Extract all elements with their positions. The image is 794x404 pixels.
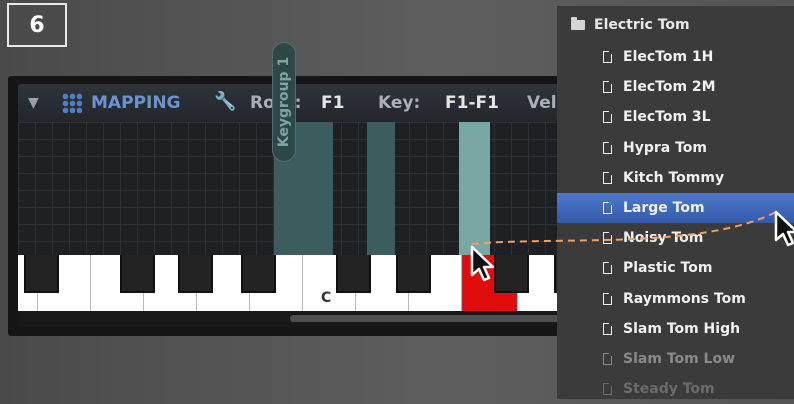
file-icon: [603, 382, 613, 396]
file-item[interactable]: ElecTom 2M: [557, 72, 794, 102]
file-item[interactable]: Slam Tom Low: [557, 344, 794, 374]
black-key[interactable]: [241, 255, 276, 293]
file-item[interactable]: Plastic Tom: [557, 253, 794, 283]
file-item[interactable]: Kitch Tommy: [557, 163, 794, 193]
file-item[interactable]: Slam Tom High: [557, 314, 794, 344]
file-label: Plastic Tom: [623, 260, 713, 277]
folder-icon: [571, 17, 585, 30]
keygroup-label-text: Keygroup 1: [276, 56, 292, 148]
file-item[interactable]: ElecTom 3L: [557, 102, 794, 132]
wrench-icon[interactable]: 🔧: [214, 91, 236, 112]
mapping-grid-icon: [62, 93, 82, 113]
file-icon: [603, 110, 613, 124]
file-label: Slam Tom High: [623, 320, 741, 337]
keygroup-label: Keygroup 1: [272, 42, 296, 162]
piano-keyboard[interactable]: [18, 255, 578, 311]
file-icon: [603, 352, 613, 365]
key-label: Key:: [378, 93, 421, 113]
keygroup-zone[interactable]: [367, 122, 395, 256]
file-icon: [603, 201, 613, 214]
file-item[interactable]: Raymmons Tom: [557, 284, 794, 314]
file-item[interactable]: Noisy Tom: [557, 223, 794, 253]
file-label: Slam Tom Low: [623, 351, 736, 367]
file-item[interactable]: Steady Tom: [557, 374, 794, 404]
black-key[interactable]: [396, 255, 431, 293]
file-label: Steady Tom: [623, 381, 715, 398]
file-icon: [603, 321, 613, 335]
file-label: Noisy Tom: [623, 230, 704, 247]
file-label: Hypra Tom: [623, 139, 707, 156]
black-key[interactable]: [336, 255, 371, 293]
file-icon: [603, 140, 613, 154]
file-label: Kitch Tommy: [623, 169, 725, 186]
file-icon: [603, 261, 613, 275]
file-icon: [603, 231, 613, 245]
sample-browser: Electric Tom ElecTom 1H ElecTom 2M ElecTom…: [557, 6, 794, 399]
file-icon: [603, 50, 613, 63]
file-item[interactable]: ElecTom 1H: [557, 42, 794, 72]
folder-electric-tom[interactable]: Electric Tom: [571, 17, 690, 33]
file-label: ElecTom 2M: [623, 79, 716, 96]
black-key[interactable]: [120, 255, 155, 293]
keyboard-scrollbar-thumb[interactable]: [290, 315, 560, 322]
step-badge: 6: [7, 3, 67, 47]
file-icon: [603, 170, 613, 184]
file-label: Large Tom: [623, 200, 705, 216]
keygroup-zone-highlighted[interactable]: [459, 122, 490, 256]
file-label: ElecTom 1H: [623, 49, 714, 65]
folder-label: Electric Tom: [594, 17, 690, 33]
file-label: Raymmons Tom: [623, 290, 746, 307]
mapping-grid[interactable]: [18, 122, 578, 258]
root-value[interactable]: F1: [321, 93, 344, 113]
key-range-value[interactable]: F1-F1: [445, 93, 499, 113]
file-item[interactable]: Hypra Tom: [557, 133, 794, 163]
black-key[interactable]: [178, 255, 213, 293]
mapping-header: ▼ MAPPING 🔧 Root: F1 Key: F1-F1 Vel:: [18, 84, 578, 122]
file-label: ElecTom 3L: [623, 109, 711, 126]
mapping-title[interactable]: MAPPING: [91, 93, 181, 113]
file-icon: [603, 291, 613, 305]
file-icon: [603, 80, 613, 94]
collapse-triangle-icon[interactable]: ▼: [28, 95, 39, 111]
file-item[interactable]: Large Tom: [557, 193, 794, 223]
octave-c-marker: C: [321, 290, 332, 306]
black-key[interactable]: [24, 255, 59, 293]
black-key[interactable]: [494, 255, 529, 293]
